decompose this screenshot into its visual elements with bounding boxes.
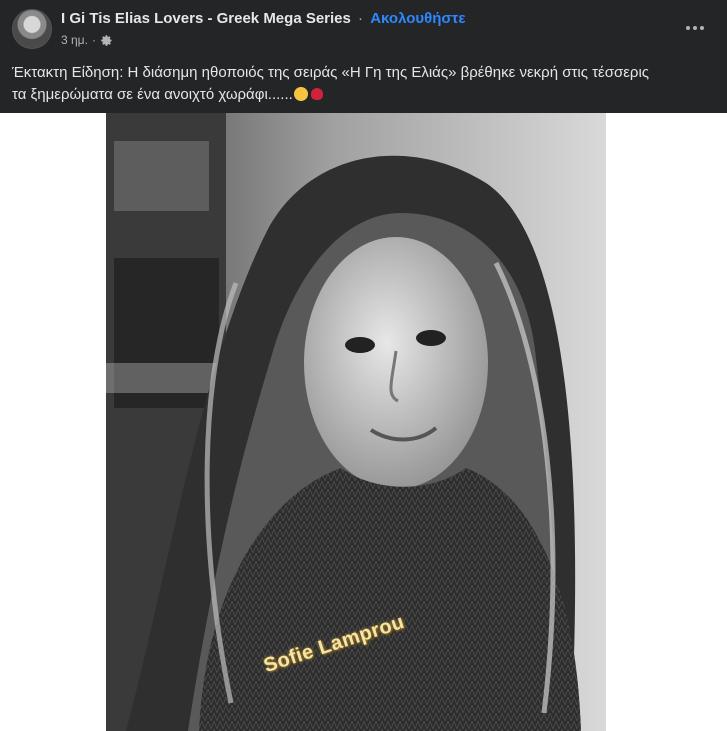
post-text-line-2: τα ξημερώματα σε ένα ανοιχτό χωράφι.....… xyxy=(12,84,712,106)
meta-separator: · xyxy=(91,33,96,47)
post-photo-container[interactable]: Sofie Lamprou xyxy=(0,113,727,731)
page-name-link[interactable]: I Gi Tis Elias Lovers - Greek Mega Serie… xyxy=(61,10,351,27)
more-dot xyxy=(700,26,704,30)
more-options-icon[interactable] xyxy=(681,14,709,42)
post-meta: 3 ημ. · xyxy=(61,33,113,47)
post-text-line-2-content: τα ξημερώματα σε ένα ανοιχτό χωράφι.....… xyxy=(12,86,293,103)
gear-icon[interactable] xyxy=(100,34,113,47)
post-photo[interactable]: Sofie Lamprou xyxy=(106,113,606,731)
post-time-link[interactable]: 3 ημ. xyxy=(61,33,88,47)
disappointed-face-icon xyxy=(293,87,308,101)
post-title-line: I Gi Tis Elias Lovers - Greek Mega Serie… xyxy=(61,10,465,27)
title-separator: · xyxy=(358,10,364,27)
more-dot xyxy=(693,26,697,30)
follow-button[interactable]: Ακολουθήστε xyxy=(370,10,465,27)
post-header: I Gi Tis Elias Lovers - Greek Mega Serie… xyxy=(0,0,727,58)
rose-icon xyxy=(310,88,323,100)
post-text-line-1: Έκτακτη Είδηση: Η διάσημη ηθοποιός της σ… xyxy=(12,64,650,81)
page-avatar[interactable] xyxy=(12,9,52,49)
facebook-post: I Gi Tis Elias Lovers - Greek Mega Serie… xyxy=(0,0,727,731)
post-text: Έκτακτη Είδηση: Η διάσημη ηθοποιός της σ… xyxy=(12,62,712,106)
more-dot xyxy=(686,26,690,30)
